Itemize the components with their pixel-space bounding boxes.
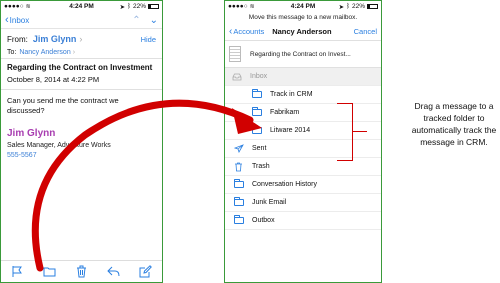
from-label: From: [7, 34, 28, 44]
folder-icon[interactable] [42, 265, 56, 279]
mailbox-track-in-crm[interactable]: Track in CRM [225, 86, 381, 104]
folder-label: Conversation History [252, 181, 317, 188]
message-body: Can you send me the contract we discusse… [7, 96, 119, 115]
back-label: Inbox [9, 15, 30, 25]
folder-icon [251, 107, 262, 117]
chevron-left-icon: ‹ [229, 25, 233, 37]
folder-label: Track in CRM [270, 91, 313, 98]
mailbox-outbox[interactable]: Outbox [225, 212, 381, 230]
signature-phone-link[interactable]: 555-5567 [1, 149, 162, 159]
status-bar: ●●●●○ ≋ 4:24 PM ➤ ᛒ 22% [1, 1, 162, 12]
status-time: 4:24 PM [69, 3, 94, 10]
folder-label: Trash [252, 163, 270, 170]
back-to-inbox-button[interactable]: ‹ Inbox [5, 14, 29, 26]
mailbox-list: Inbox Track in CRM Fabrikam Litware 2014… [225, 68, 381, 230]
folder-label: Sent [252, 145, 267, 152]
inbox-tray-icon [231, 72, 242, 81]
mailbox-nav-bar: ‹ Accounts Nancy Anderson Cancel [225, 24, 381, 38]
message-thumbnail [229, 46, 241, 62]
folder-label: Litware 2014 [270, 127, 311, 134]
folder-icon [233, 197, 244, 207]
folder-label: Inbox [250, 73, 268, 80]
message-preview-subject: Regarding the Contract on Invest... [250, 50, 351, 58]
folder-label: Junk Email [252, 199, 287, 206]
battery-icon [367, 4, 378, 9]
mail-nav-bar: ‹ Inbox ⌃ ⌄ [1, 12, 162, 29]
status-bar: ●●●●○ ≋ 4:24 PM ➤ ᛒ 22% [225, 1, 381, 12]
reply-icon[interactable] [107, 265, 121, 279]
move-to-mailbox-screen: ●●●●○ ≋ 4:24 PM ➤ ᛒ 22% Move this messag… [224, 0, 382, 283]
trash-icon[interactable] [74, 265, 88, 279]
message-subject: Regarding the Contract on Investment [7, 63, 153, 72]
signature-title: Sales Manager, Adventure Works [7, 142, 111, 149]
message-preview: Regarding the Contract on Invest... [225, 40, 381, 68]
message-toolbar [1, 260, 162, 282]
sender-name[interactable]: Jim Glynn [33, 34, 77, 44]
next-message-icon[interactable]: ⌄ [150, 15, 158, 26]
tracked-folders-bracket [337, 103, 353, 161]
accounts-back-button[interactable]: ‹ Accounts [229, 26, 264, 37]
previous-message-icon[interactable]: ⌃ [132, 15, 140, 26]
battery-icon [148, 4, 159, 9]
folder-label: Outbox [252, 217, 275, 224]
email-message-screen: ●●●●○ ≋ 4:24 PM ➤ ᛒ 22% ‹ Inbox ⌃ ⌄ From… [0, 0, 163, 283]
folder-icon [251, 125, 262, 135]
mailbox-fabrikam[interactable]: Fabrikam [225, 104, 381, 122]
accounts-label: Accounts [233, 26, 265, 36]
chevron-right-icon: › [79, 34, 83, 44]
compose-icon[interactable] [139, 265, 153, 279]
hide-details-button[interactable]: Hide [141, 35, 156, 44]
callout-text: Drag a message to a tracked folder to au… [411, 101, 497, 147]
mailbox-conversation-history[interactable]: Conversation History [225, 176, 381, 194]
signature-name: Jim Glynn [7, 128, 56, 139]
recipient-name[interactable]: Nancy Anderson [19, 49, 70, 56]
folder-icon [233, 215, 244, 225]
to-label: To: [7, 48, 17, 56]
status-time: 4:24 PM [290, 3, 316, 10]
mailbox-sent[interactable]: Sent [225, 140, 381, 158]
message-header: From: Jim Glynn › Hide To: Nancy Anderso… [1, 29, 162, 59]
message-date: October 8, 2014 at 4:22 PM [1, 75, 162, 90]
folder-icon [233, 179, 244, 189]
move-instruction: Move this message to a new mailbox. [248, 14, 358, 21]
flag-icon[interactable] [10, 265, 24, 279]
account-title: Nancy Anderson [272, 26, 332, 36]
paper-plane-icon [233, 144, 244, 153]
chevron-left-icon: ‹ [5, 14, 9, 26]
folder-icon [251, 89, 262, 99]
trash-icon [233, 162, 244, 171]
mailbox-inbox: Inbox [225, 68, 381, 86]
mailbox-trash[interactable]: Trash [225, 158, 381, 176]
mailbox-junk-email[interactable]: Junk Email [225, 194, 381, 212]
chevron-right-icon: › [72, 48, 76, 56]
cancel-button[interactable]: Cancel [354, 27, 377, 36]
bracket-pointer [353, 131, 367, 132]
folder-label: Fabrikam [270, 109, 300, 116]
